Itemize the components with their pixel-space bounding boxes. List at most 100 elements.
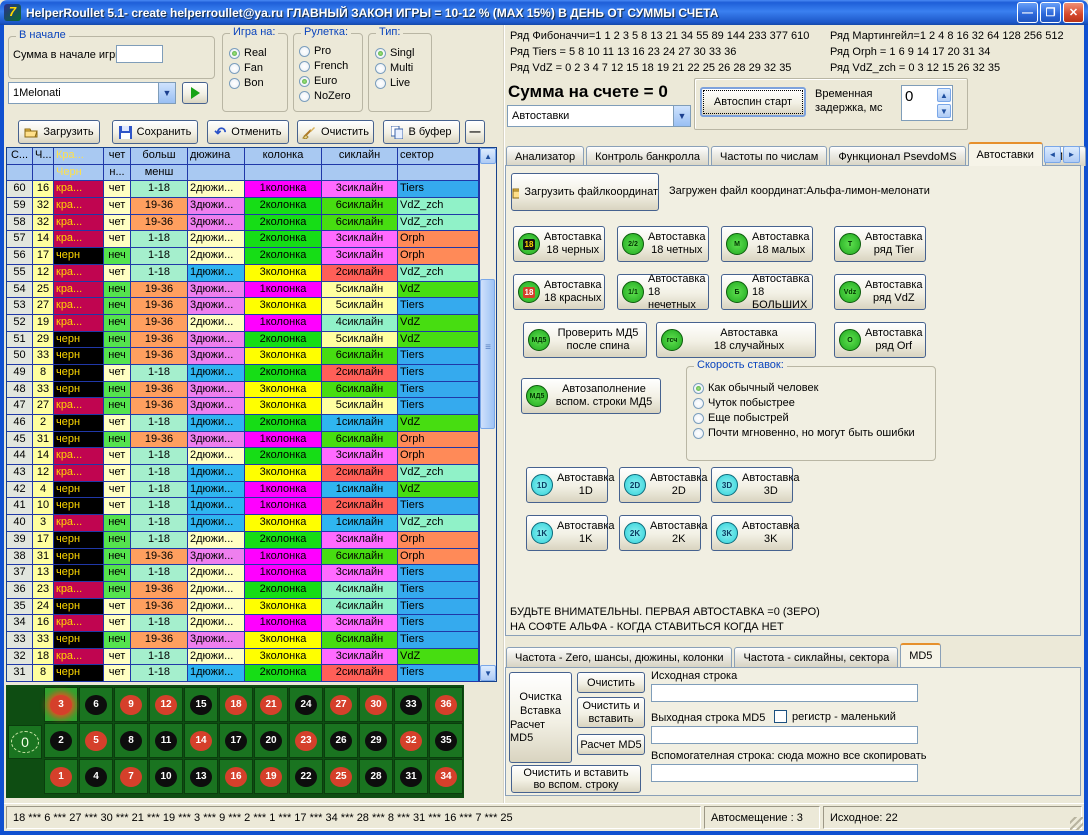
minus-button[interactable]: —	[465, 120, 485, 144]
radio-type[interactable]: Multi	[375, 62, 425, 74]
radio-type[interactable]: Singl	[375, 47, 425, 59]
board-cell-29[interactable]: 29	[359, 723, 393, 758]
tab-функционал-psevdoms[interactable]: Функционал PsevdoMS	[829, 146, 965, 166]
radio-roulette[interactable]: Pro	[299, 45, 357, 57]
tab-анализатор[interactable]: Анализатор	[506, 146, 584, 166]
close-button[interactable]: ✕	[1063, 2, 1084, 23]
board-cell-16[interactable]: 16	[219, 759, 253, 794]
scrollbar-thumb[interactable]	[480, 279, 495, 429]
board-cell-10[interactable]: 10	[149, 759, 183, 794]
radio-icon[interactable]	[299, 61, 310, 72]
chevron-down-icon[interactable]: ▼	[158, 83, 175, 103]
md5-big-button[interactable]: Очистка Вставка Расчет MD5	[509, 672, 572, 763]
load-button[interactable]: Загрузить	[18, 120, 100, 144]
autostavka-button[interactable]: 18Автоставка18 черных	[513, 226, 605, 262]
maximize-button[interactable]: ❐	[1040, 2, 1061, 23]
board-cell-30[interactable]: 30	[359, 687, 393, 722]
tab-автоставки[interactable]: Автоставки	[968, 142, 1043, 166]
radio-icon[interactable]	[299, 76, 310, 87]
md5-register-checkbox[interactable]: регистр - маленький	[774, 710, 896, 723]
md5-clear-paste-aux-button[interactable]: Очистить и вставить во вспом. строку	[511, 765, 641, 793]
radio-icon[interactable]	[299, 46, 310, 57]
autostavka-button[interactable]: 2KАвтоставка2K	[619, 515, 701, 551]
board-cell-7[interactable]: 7	[114, 759, 148, 794]
autostavka-button[interactable]: гсчАвтоставка18 случайных	[656, 322, 816, 358]
radio-bet-speed[interactable]: Еще побыстрей	[693, 412, 929, 424]
resize-grip[interactable]	[1070, 817, 1083, 830]
radio-icon[interactable]	[299, 91, 310, 102]
autostavka-button[interactable]: 3KАвтоставка3K	[711, 515, 793, 551]
md5-calc-button[interactable]: Расчет MD5	[577, 734, 645, 755]
board-cell-11[interactable]: 11	[149, 723, 183, 758]
board-cell-6[interactable]: 6	[79, 687, 113, 722]
radio-icon[interactable]	[229, 63, 240, 74]
autostavka-button[interactable]: TАвтоставкаряд Tier	[834, 226, 926, 262]
radio-icon[interactable]	[693, 428, 704, 439]
tab-частоты-по-числам[interactable]: Частоты по числам	[711, 146, 827, 166]
autostavka-button[interactable]: 3DАвтоставка3D	[711, 467, 793, 503]
spinner-down-icon[interactable]: ▼	[937, 104, 951, 118]
md5-clear-paste-button[interactable]: Очистить и вставить	[577, 697, 645, 728]
board-cell-8[interactable]: 8	[114, 723, 148, 758]
radio-game-on[interactable]: Fan	[229, 62, 281, 74]
radio-icon[interactable]	[375, 48, 386, 59]
board-cell-13[interactable]: 13	[184, 759, 218, 794]
radio-bet-speed[interactable]: Как обычный человек	[693, 382, 929, 394]
board-cell-25[interactable]: 25	[324, 759, 358, 794]
copy-buffer-button[interactable]: В буфер	[383, 120, 460, 144]
chevron-down-icon[interactable]: ▼	[673, 106, 690, 126]
board-cell-28[interactable]: 28	[359, 759, 393, 794]
board-cell-23[interactable]: 23	[289, 723, 323, 758]
tab-частота-сиклайны-сектора[interactable]: Частота - сиклайны, сектора	[734, 647, 898, 667]
board-cell-14[interactable]: 14	[184, 723, 218, 758]
board-cell-17[interactable]: 17	[219, 723, 253, 758]
radio-type[interactable]: Live	[375, 77, 425, 89]
tab-частота-zero-шансы-дюжины-колонки[interactable]: Частота - Zero, шансы, дюжины, колонки	[506, 647, 732, 667]
autospin-start-button[interactable]: Автоспин старт	[700, 87, 806, 117]
radio-roulette[interactable]: Euro	[299, 75, 357, 87]
md5-source-input[interactable]	[651, 684, 918, 702]
delay-spinner[interactable]: 0 ▲ ▼	[901, 85, 953, 121]
autostavka-button[interactable]: VdzАвтоставкаряд VdZ	[834, 274, 926, 310]
autostavka-button[interactable]: МД5Проверить МД5после спина	[523, 322, 647, 358]
board-cell-3[interactable]: 3	[44, 687, 78, 722]
board-cell-32[interactable]: 32	[394, 723, 428, 758]
scroll-up-icon[interactable]: ▲	[480, 148, 496, 164]
autostavka-button[interactable]: 18Автоставка18 красных	[513, 274, 605, 310]
radio-icon[interactable]	[375, 63, 386, 74]
start-sum-input[interactable]	[116, 45, 163, 63]
board-cell-21[interactable]: 21	[254, 687, 288, 722]
board-cell-35[interactable]: 35	[429, 723, 463, 758]
scrollbar-track[interactable]	[480, 164, 496, 665]
radio-icon[interactable]	[693, 413, 704, 424]
autostavka-button[interactable]: OАвтоставкаряд Orf	[834, 322, 926, 358]
md5-aux-input[interactable]	[651, 764, 918, 782]
tab-scroll-left-icon[interactable]: ◄	[1044, 146, 1061, 163]
board-cell-15[interactable]: 15	[184, 687, 218, 722]
autostavka-button[interactable]: 2DАвтоставка2D	[619, 467, 701, 503]
radio-icon[interactable]	[693, 398, 704, 409]
checkbox-icon[interactable]	[774, 710, 787, 723]
radio-icon[interactable]	[229, 48, 240, 59]
board-cell-1[interactable]: 1	[44, 759, 78, 794]
radio-game-on[interactable]: Real	[229, 47, 281, 59]
autostavka-button[interactable]: БАвтоставка18 БОЛЬШИХ	[721, 274, 813, 310]
board-cell-26[interactable]: 26	[324, 723, 358, 758]
radio-icon[interactable]	[375, 78, 386, 89]
radio-icon[interactable]	[693, 383, 704, 394]
run-profile-button[interactable]	[182, 82, 208, 104]
autostavka-button[interactable]: 2/2Автоставка18 четных	[617, 226, 709, 262]
md5-clear-button[interactable]: Очистить	[577, 672, 645, 693]
board-cell-31[interactable]: 31	[394, 759, 428, 794]
load-coords-button[interactable]: Загрузить файлкоординат	[511, 173, 659, 211]
scroll-down-icon[interactable]: ▼	[480, 665, 496, 681]
table-scrollbar[interactable]: ▲ ▼	[479, 148, 496, 681]
md5-output-input[interactable]	[651, 726, 918, 744]
tab-md5[interactable]: MD5	[900, 643, 941, 667]
board-cell-9[interactable]: 9	[114, 687, 148, 722]
profile-combo[interactable]: 1Melonati ▼	[8, 82, 176, 104]
board-cell-33[interactable]: 33	[394, 687, 428, 722]
board-cell-19[interactable]: 19	[254, 759, 288, 794]
spinner-up-icon[interactable]: ▲	[937, 88, 951, 102]
autobet-mode-combo[interactable]: Автоставки ▼	[507, 105, 691, 127]
